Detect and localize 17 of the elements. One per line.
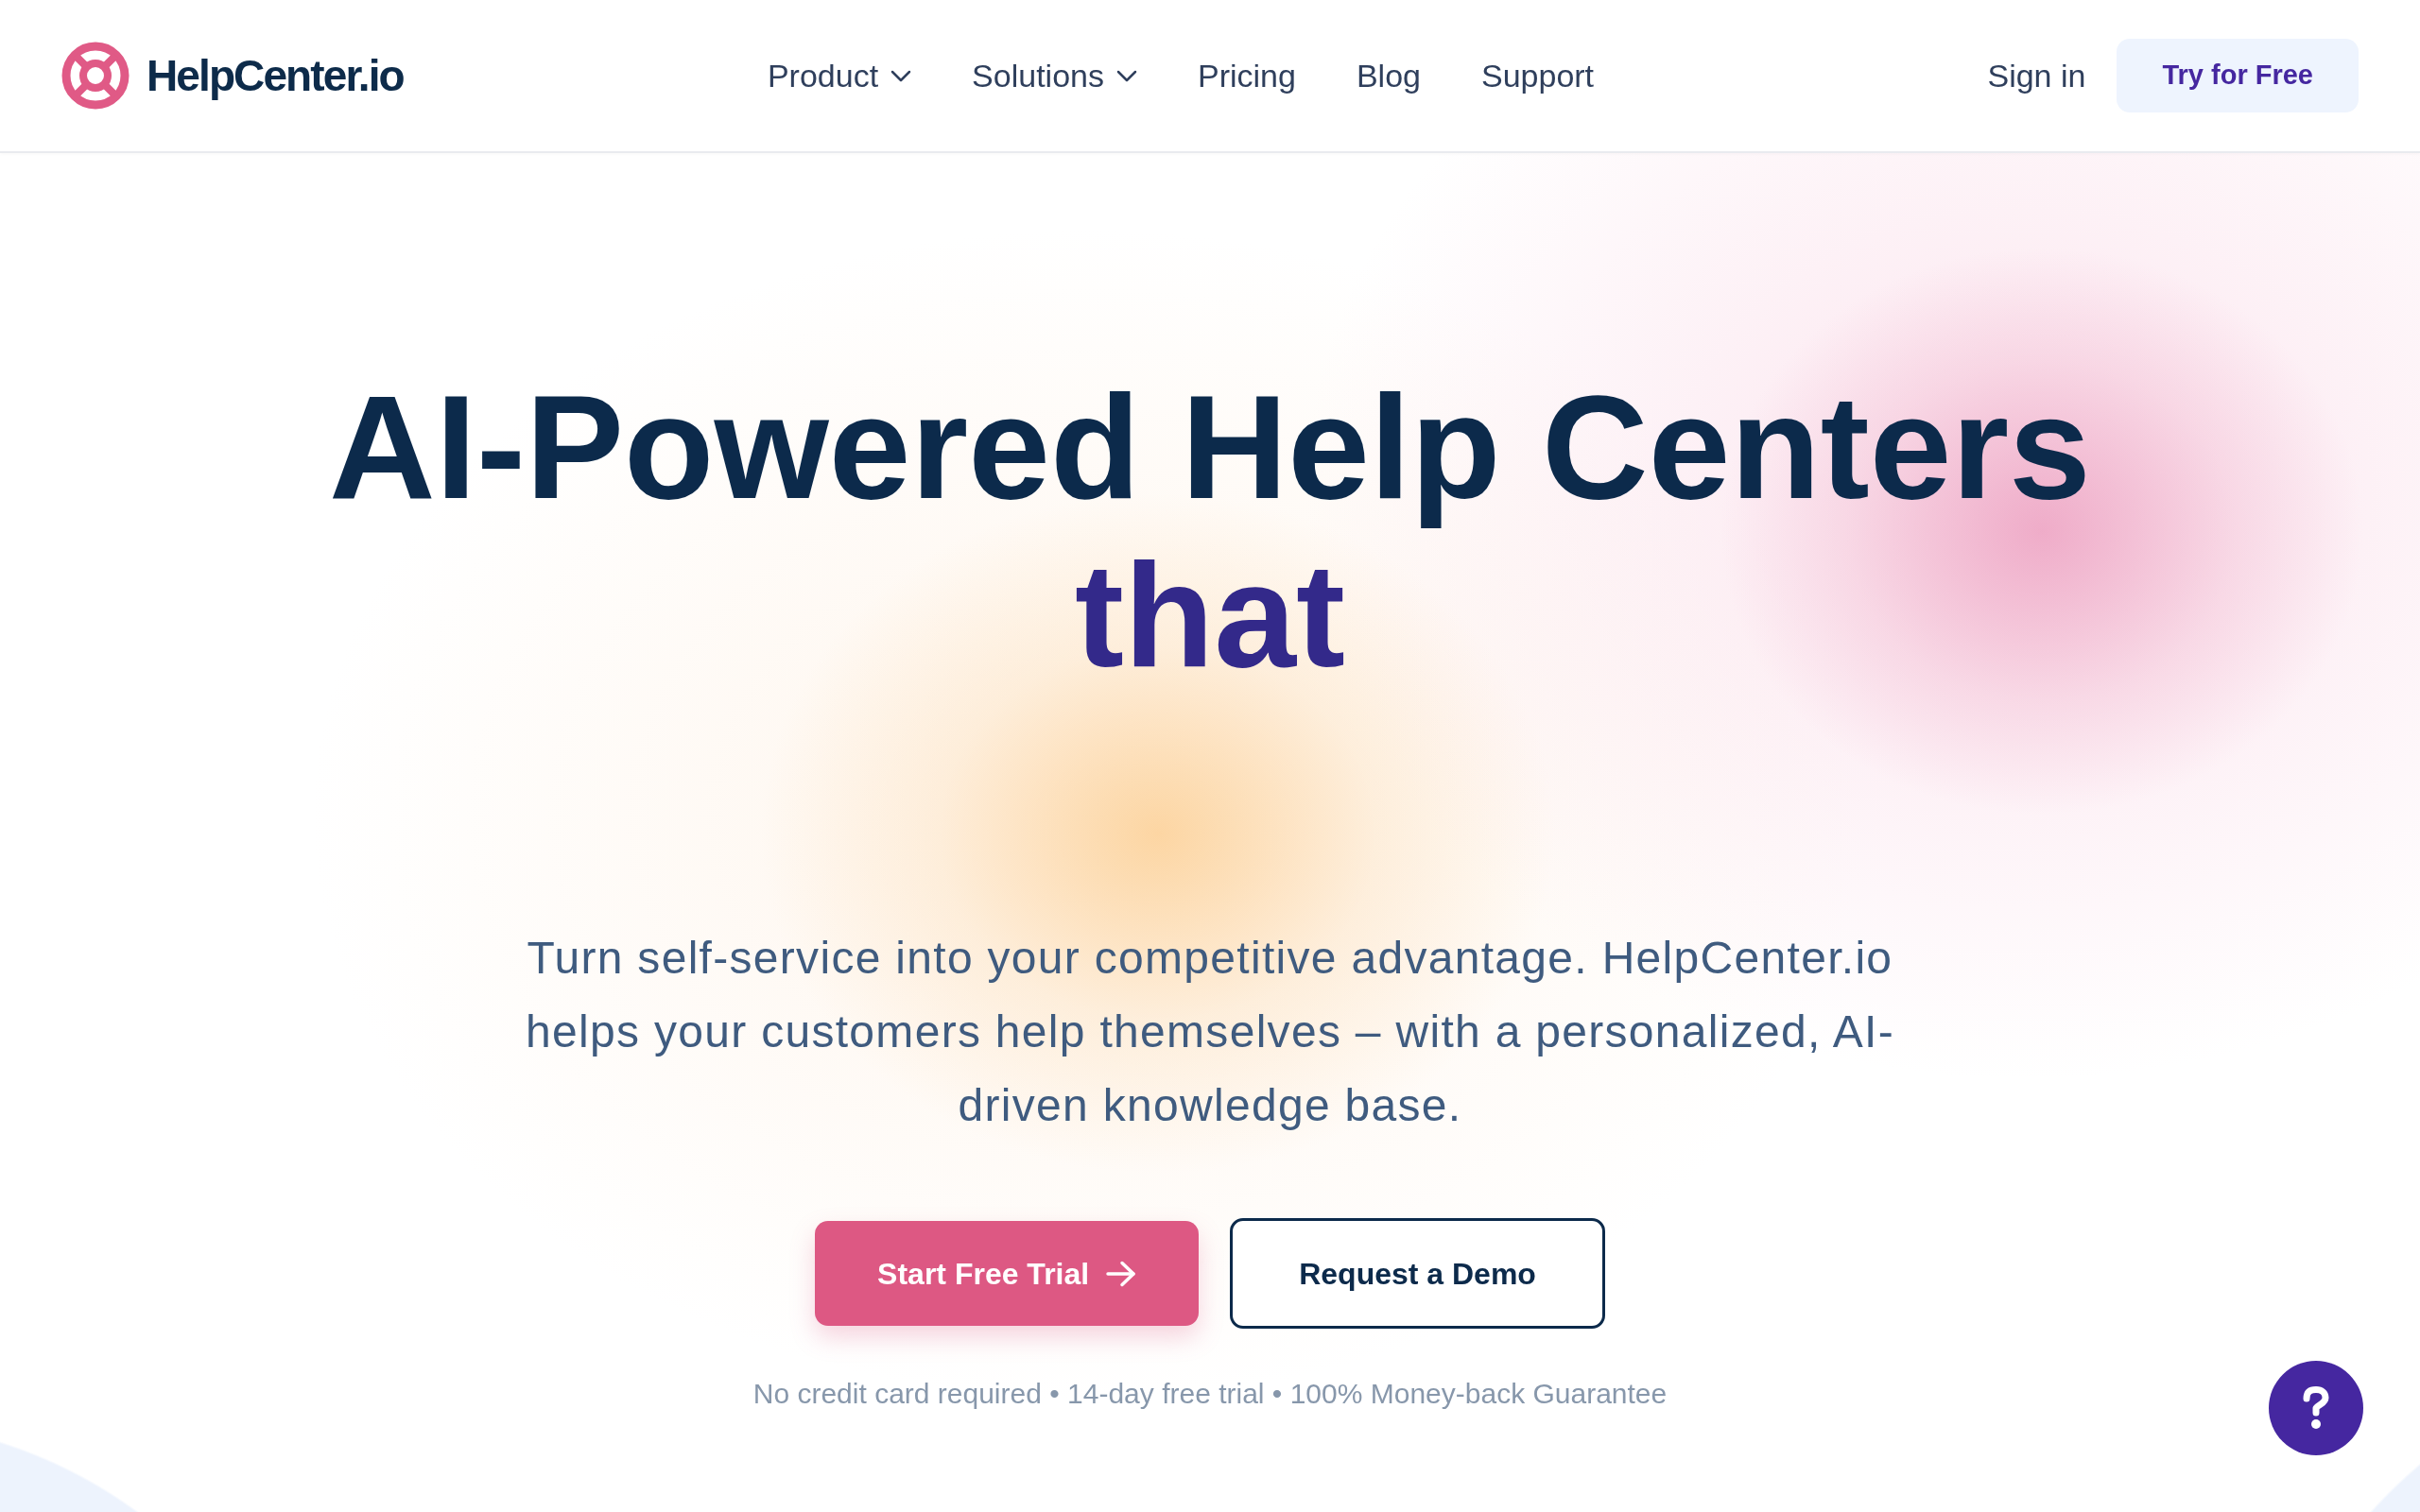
headline: AI-Powered Help Centers that <box>329 364 2091 699</box>
lifebuoy-icon <box>61 42 130 110</box>
fine-print: No credit card required • 14-day free trial • 100% Money-back Guarantee <box>752 1377 1668 1411</box>
chevron-down-icon <box>1116 69 1137 82</box>
nav-link[interactable]: Product <box>767 55 912 96</box>
start-trial-button[interactable]: Start Free Trial <box>815 1221 1200 1326</box>
nav-link[interactable]: Support <box>1481 55 1595 96</box>
hero-subtitle: Turn self-service into your competitive advantage. HelpCenter.io helps your customers help themselves – with a personalized, AI-driven knowledge base. <box>525 932 1895 1132</box>
request-demo-button[interactable]: Request a Demo <box>1230 1218 1605 1329</box>
nav-link[interactable]: Blog <box>1356 55 1421 96</box>
nav-link[interactable]: Pricing <box>1198 55 1296 96</box>
try-for-free-button[interactable]: Try for Free <box>2117 39 2359 112</box>
nav-link[interactable]: Solutions <box>972 55 1137 96</box>
arrow-right-icon <box>1106 1260 1137 1287</box>
chevron-down-icon <box>890 69 912 82</box>
sign-in-link[interactable]: Sign in <box>1987 55 2086 96</box>
logo[interactable]: HelpCenter.io <box>61 42 404 110</box>
